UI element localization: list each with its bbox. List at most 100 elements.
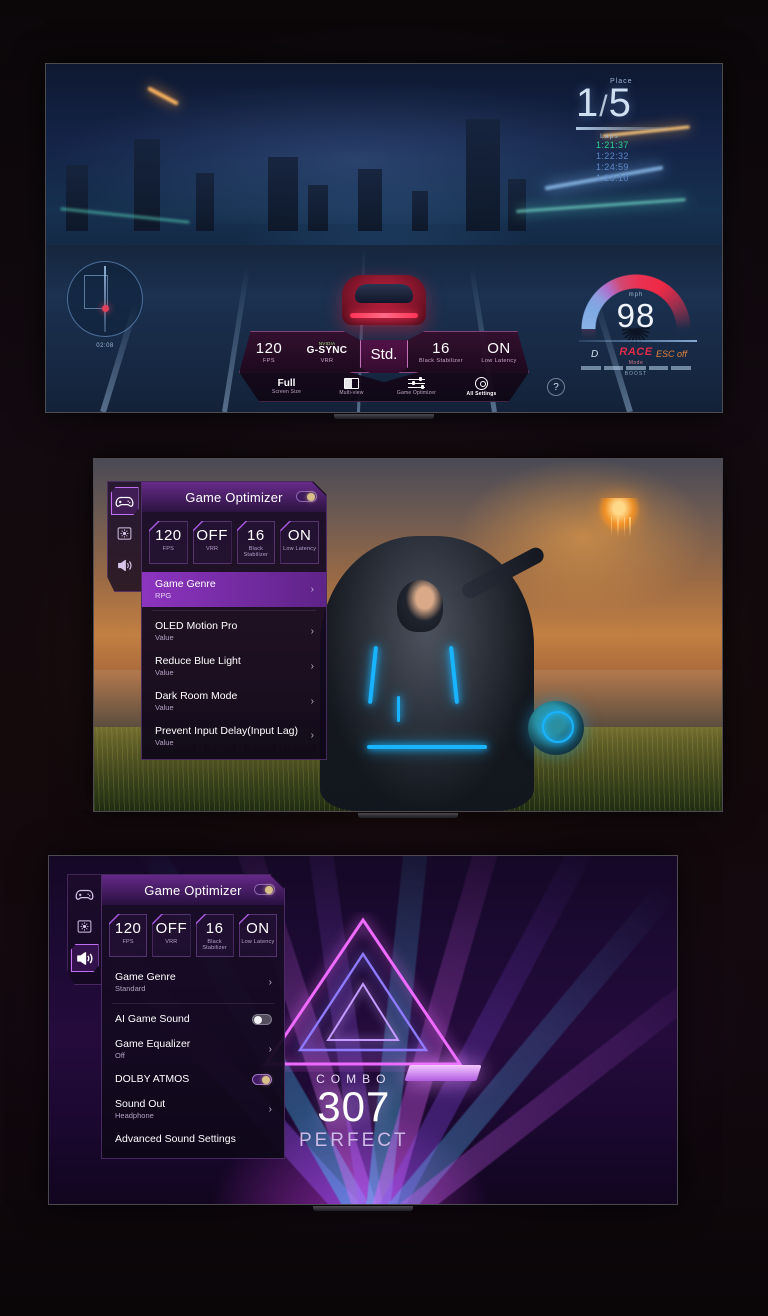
building xyxy=(412,191,428,232)
neon-strip xyxy=(449,646,460,705)
stat-vrr[interactable]: OFF VRR xyxy=(152,914,190,957)
chevron-right-icon: › xyxy=(310,583,314,595)
building xyxy=(268,157,298,232)
chevron-right-icon: › xyxy=(268,1103,272,1115)
neon-strip xyxy=(396,695,400,722)
rail-picture-icon[interactable] xyxy=(111,519,139,547)
picture-mode-value: Std. xyxy=(370,345,398,363)
dolby-atmos-switch[interactable] xyxy=(252,1074,272,1085)
list-item-dolby-atmos[interactable]: DOLBY ATMOS xyxy=(102,1067,284,1092)
action-screen-size[interactable]: Full Screen Size xyxy=(266,378,308,395)
minimap-timer: 02:08 xyxy=(96,343,114,349)
stat-vrr[interactable]: OFF VRR xyxy=(193,521,232,564)
list-item-dark-room-mode[interactable]: Dark Room Mode Value › xyxy=(142,684,326,719)
neon-triangles xyxy=(263,916,463,1066)
row-value: Value xyxy=(155,737,174,747)
stat-low-latency[interactable]: ON Low Latency xyxy=(280,521,319,564)
rail-gamepad-icon[interactable] xyxy=(110,487,139,515)
vrr-label: VRR xyxy=(320,357,334,364)
hud-position: Place 1/5 Laps 1:21:37 1:22:32 1:24:59 1… xyxy=(576,78,686,184)
rail-gamepad-icon[interactable] xyxy=(71,880,99,908)
stat-black-stabilizer[interactable]: 16 Black Stabilizer xyxy=(196,914,234,957)
fps-label: FPS xyxy=(263,357,275,364)
boost-bar xyxy=(581,366,691,370)
list-item-advanced-sound-settings[interactable]: Advanced Sound Settings xyxy=(102,1127,284,1152)
screen-size-label: Screen Size xyxy=(271,389,302,395)
help-icon[interactable]: ? xyxy=(547,378,565,396)
list-item-sound-out[interactable]: Sound Out Headphone › xyxy=(102,1092,284,1127)
multi-view-label: Multi-view xyxy=(339,389,364,396)
fps-value: 120 xyxy=(255,339,283,357)
combo-hud: COMBO 307 PERFECT xyxy=(269,1072,439,1152)
stat-value: 16 xyxy=(247,527,265,544)
stat-fps[interactable]: 120 FPS xyxy=(109,914,147,957)
player-car xyxy=(342,275,426,325)
tv-stand xyxy=(334,414,434,419)
row-value: Value xyxy=(155,633,174,642)
all-settings-label: All Settings xyxy=(466,390,497,397)
row-title: Game Equalizer xyxy=(115,1038,191,1050)
list-item-prevent-input-delay[interactable]: Prevent Input Delay(Input Lag) Value › xyxy=(142,719,326,754)
ai-game-sound-switch[interactable] xyxy=(252,1014,272,1025)
list-divider xyxy=(152,610,316,611)
quick-stat-fps[interactable]: 120 FPS xyxy=(240,341,298,364)
drive-mode-name: RACE xyxy=(619,346,653,358)
quick-menu-actions: Full Screen Size Multi-view Game Optimiz… xyxy=(239,372,529,402)
stat-label: VRR xyxy=(165,939,178,945)
stat-value: OFF xyxy=(196,527,228,544)
action-multi-view[interactable]: Multi-view xyxy=(331,377,373,396)
picture-mode-selector[interactable]: Std. xyxy=(360,331,408,373)
stat-black-stabilizer[interactable]: 16 Black Stabilizer xyxy=(237,521,276,564)
building xyxy=(308,185,328,232)
quick-stat-vrr[interactable]: NVIDIA G-SYNC VRR xyxy=(298,341,356,364)
action-all-settings[interactable]: All Settings xyxy=(461,376,503,397)
building xyxy=(466,119,500,232)
stat-fps[interactable]: 120 FPS xyxy=(149,521,188,564)
list-item-ai-game-sound[interactable]: AI Game Sound xyxy=(102,1007,284,1032)
list-item-reduce-blue-light[interactable]: Reduce Blue Light Value › xyxy=(142,649,326,684)
building xyxy=(358,169,382,232)
tv-screen-racing: 02:08 Place 1/5 Laps 1:21:37 1:22:32 1:2… xyxy=(45,63,723,413)
stat-label: Black Stabilizer xyxy=(202,939,227,951)
action-game-optimizer[interactable]: Game Optimizer xyxy=(396,377,438,396)
stat-label: Black Stabilizer xyxy=(243,546,269,558)
stat-low-latency[interactable]: ON Low Latency xyxy=(239,914,277,957)
game-optimizer-overlay-sound[interactable]: Game Optimizer 120 FPS OFF VRR 16 Black … xyxy=(67,874,285,1159)
game-optimizer-panel: Game Optimizer 120 FPS OFF VRR 16 Black … xyxy=(101,874,285,1159)
stat-label: FPS xyxy=(122,939,134,945)
row-value: Value xyxy=(155,702,174,712)
chevron-right-icon: › xyxy=(268,976,272,988)
quick-settings-row: 120 FPS NVIDIA G-SYNC VRR 16 Black Stabi… xyxy=(239,331,529,373)
panel-header: Game Optimizer xyxy=(142,482,326,512)
place-total: 5 xyxy=(608,81,631,125)
laps-label: Laps xyxy=(600,132,619,140)
game-optimizer-toggle[interactable] xyxy=(296,491,317,502)
list-item-oled-motion-pro[interactable]: OLED Motion Pro Value › xyxy=(142,614,326,649)
game-optimizer-overlay-picture[interactable]: Game Optimizer 120 FPS OFF VRR 16 Black … xyxy=(107,481,327,760)
stat-label: VRR xyxy=(206,546,219,552)
list-item-game-genre[interactable]: Game Genre RPG › xyxy=(142,572,326,607)
list-item-game-genre[interactable]: Game Genre Standard › xyxy=(102,965,284,1000)
black-stabilizer-value: 16 xyxy=(432,339,450,357)
stat-value: OFF xyxy=(155,920,188,937)
list-item-game-equalizer[interactable]: Game Equalizer Off › xyxy=(102,1032,284,1067)
rail-speaker-icon[interactable] xyxy=(111,551,139,579)
status-tiles: 120 FPS OFF VRR 16 Black Stabilizer ON L… xyxy=(102,905,284,965)
combo-value: 307 xyxy=(317,1082,391,1130)
place-value: 1/5 xyxy=(576,83,686,123)
place-current: 1 xyxy=(576,81,599,125)
quick-stat-black-stabilizer[interactable]: 16 Black Stabilizer xyxy=(412,341,470,364)
game-optimizer-toggle[interactable] xyxy=(254,884,275,895)
tv-stand xyxy=(313,1206,413,1211)
place-separator: / xyxy=(599,90,608,123)
quick-stat-low-latency[interactable]: ON Low Latency xyxy=(470,341,528,364)
tv-screen-scifi: Game Optimizer 120 FPS OFF VRR 16 Black … xyxy=(93,458,723,812)
stat-label: Low Latency xyxy=(241,939,275,945)
boost-label: BOOST xyxy=(624,371,648,377)
game-dashboard-quick-menu[interactable]: 120 FPS NVIDIA G-SYNC VRR 16 Black Stabi… xyxy=(239,331,565,402)
row-title: DOLBY ATMOS xyxy=(115,1072,190,1085)
rail-speaker-icon[interactable] xyxy=(70,944,99,972)
speedometer: mph 98 RACE Mode D ESC off BOOST xyxy=(573,266,699,392)
rail-picture-icon[interactable] xyxy=(71,912,99,940)
black-stabilizer-label: Black Stabilizer xyxy=(419,357,463,364)
